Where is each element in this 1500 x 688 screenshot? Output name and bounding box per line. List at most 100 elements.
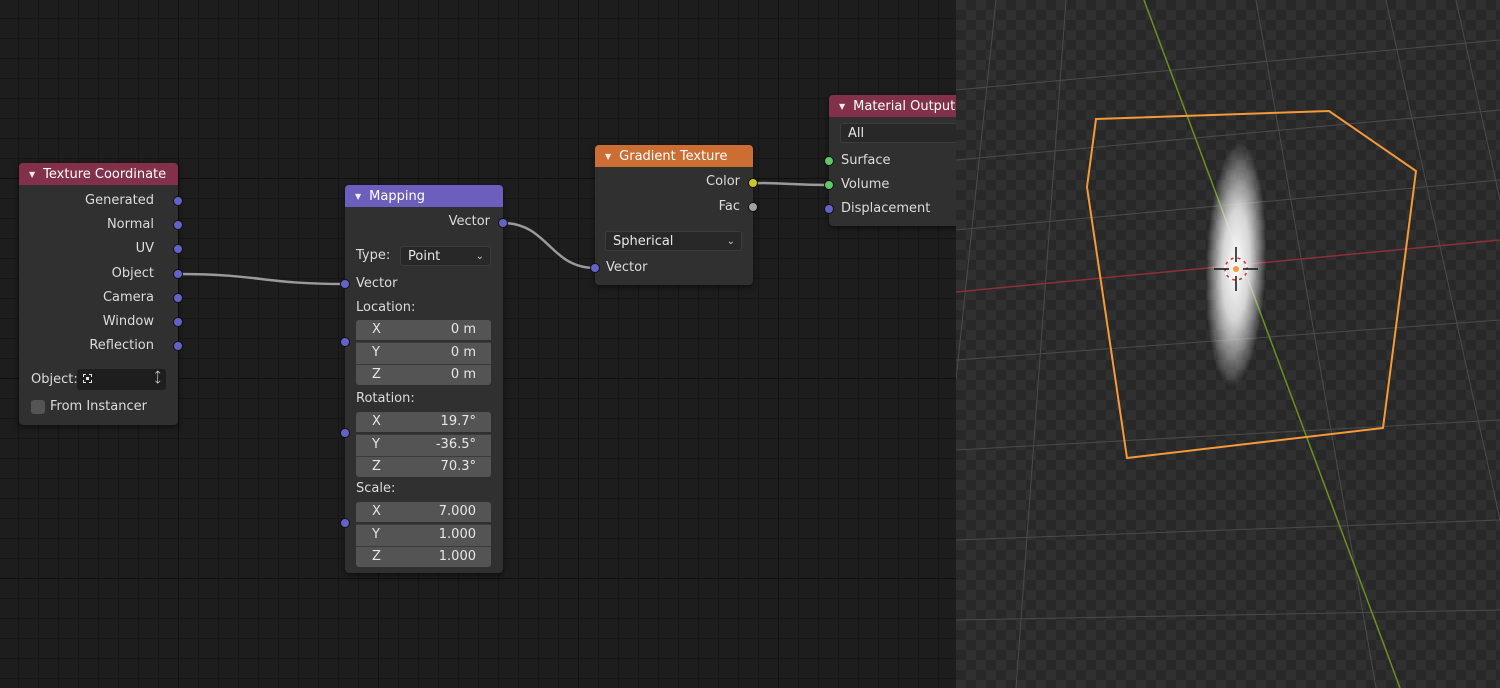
socket-gradient-in-vector[interactable] — [590, 263, 600, 273]
socket-scale[interactable] — [340, 518, 350, 528]
socket-mapping-out-vector[interactable] — [498, 218, 508, 228]
field-value: 0 m — [450, 345, 476, 360]
chevron-down-icon: ⌄ — [475, 251, 484, 262]
dropdown-value: All — [848, 126, 865, 141]
socket-rotation[interactable] — [340, 428, 350, 438]
socket-object[interactable] — [173, 269, 183, 279]
socket-fac[interactable] — [748, 202, 758, 212]
axis-label: X — [372, 322, 381, 337]
axis-label: Z — [372, 459, 381, 474]
output-uv: UV — [135, 241, 154, 256]
mapping-header[interactable]: ▼ Mapping — [345, 185, 503, 207]
socket-uv[interactable] — [173, 244, 183, 254]
gradient-input-vector: Vector — [606, 260, 648, 275]
socket-reflection[interactable] — [173, 341, 183, 351]
link-object-to-mapping-vector — [177, 272, 345, 286]
collapse-triangle-icon[interactable]: ▼ — [839, 102, 845, 111]
field-value: 0 m — [450, 367, 476, 382]
collapse-triangle-icon[interactable]: ▼ — [29, 170, 35, 179]
viewport-scene — [956, 0, 1500, 688]
link-color-to-volume — [752, 181, 830, 187]
field-value: 19.7° — [440, 414, 476, 429]
axis-label: X — [372, 504, 381, 519]
node-title: Gradient Texture — [619, 148, 728, 164]
output-normal: Normal — [106, 217, 154, 232]
scale-y-field[interactable]: Y 1.000 — [356, 524, 491, 546]
output-generated: Generated — [85, 193, 154, 208]
from-instancer-checkbox[interactable] — [31, 400, 45, 414]
gradient-texture-node[interactable]: ▼ Gradient Texture Color Fac Spherical ⌄… — [590, 145, 758, 285]
type-label: Type: — [356, 248, 391, 263]
socket-location[interactable] — [340, 337, 350, 347]
node-title: Material Output — [853, 98, 956, 114]
scale-label: Scale: — [356, 481, 396, 496]
rotation-label: Rotation: — [356, 391, 415, 406]
socket-volume[interactable] — [824, 180, 834, 190]
output-target-dropdown[interactable]: All — [840, 123, 956, 143]
material-output-node[interactable]: ▼ Material Output All Surface Volume Dis… — [824, 95, 956, 226]
rotation-y-field[interactable]: Y -36.5° — [356, 434, 491, 456]
axis-label: Z — [372, 367, 381, 382]
socket-normal[interactable] — [173, 220, 183, 230]
output-reflection: Reflection — [89, 338, 154, 353]
3d-viewport[interactable] — [956, 0, 1500, 688]
location-z-field[interactable]: Z 0 m — [356, 364, 491, 385]
socket-mapping-in-vector[interactable] — [340, 279, 350, 289]
node-title: Texture Coordinate — [43, 166, 167, 182]
scale-x-field[interactable]: X 7.000 — [356, 502, 491, 522]
scale-z-field[interactable]: Z 1.000 — [356, 546, 491, 567]
mapping-input-vector: Vector — [356, 276, 398, 291]
from-instancer-label: From Instancer — [50, 399, 147, 414]
texture-coordinate-node[interactable]: ▼ Texture Coordinate Generated Normal UV… — [19, 163, 183, 425]
dropdown-value: Spherical — [613, 234, 674, 249]
field-value: 1.000 — [438, 527, 476, 542]
gradient-texture-header[interactable]: ▼ Gradient Texture — [595, 145, 753, 167]
output-fac: Fac — [718, 199, 740, 214]
axis-label: Y — [372, 527, 380, 542]
volume-gradient-blob — [1205, 143, 1267, 387]
object-label: Object: — [31, 372, 78, 387]
location-y-field[interactable]: Y 0 m — [356, 342, 491, 364]
collapse-triangle-icon[interactable]: ▼ — [605, 152, 611, 161]
field-value: 0 m — [450, 322, 476, 337]
field-value: 7.000 — [438, 504, 476, 519]
link-mapping-to-gradient-vector — [502, 221, 596, 270]
node-title: Mapping — [369, 188, 425, 204]
y-axis-line — [1143, 0, 1401, 688]
field-value: 70.3° — [440, 459, 476, 474]
socket-generated[interactable] — [173, 196, 183, 206]
axis-label: Y — [372, 437, 380, 452]
chevron-down-icon: ⌄ — [726, 236, 735, 247]
socket-camera[interactable] — [173, 293, 183, 303]
material-output-header[interactable]: ▼ Material Output — [829, 95, 956, 117]
socket-displacement[interactable] — [824, 204, 834, 214]
object-picker-field[interactable]: ⤡ — [77, 369, 166, 390]
input-volume: Volume — [841, 177, 890, 192]
rotation-z-field[interactable]: Z 70.3° — [356, 456, 491, 477]
rotation-x-field[interactable]: X 19.7° — [356, 412, 491, 432]
socket-color[interactable] — [748, 178, 758, 188]
axis-label: X — [372, 414, 381, 429]
node-editor[interactable]: ▼ Texture Coordinate Generated Normal UV… — [0, 0, 956, 688]
input-surface: Surface — [841, 153, 891, 168]
output-window: Window — [102, 314, 154, 329]
location-x-field[interactable]: X 0 m — [356, 320, 491, 340]
object-cube-icon — [83, 374, 92, 383]
socket-window[interactable] — [173, 317, 183, 327]
output-camera: Camera — [102, 290, 154, 305]
axis-label: Y — [372, 345, 380, 360]
mapping-type-dropdown[interactable]: Point ⌄ — [400, 246, 491, 266]
texture-coordinate-header[interactable]: ▼ Texture Coordinate — [19, 163, 178, 185]
input-displacement: Displacement — [841, 201, 931, 216]
gradient-type-dropdown[interactable]: Spherical ⌄ — [605, 231, 742, 251]
eyedropper-icon[interactable]: ⤡ — [148, 369, 166, 387]
field-value: -36.5° — [435, 437, 476, 452]
dropdown-value: Point — [408, 249, 441, 264]
output-object: Object — [111, 266, 154, 281]
collapse-triangle-icon[interactable]: ▼ — [355, 192, 361, 201]
axis-label: Z — [372, 549, 381, 564]
field-value: 1.000 — [438, 549, 476, 564]
socket-surface[interactable] — [824, 156, 834, 166]
mapping-node[interactable]: ▼ Mapping Vector Type: Point ⌄ Vector Lo… — [340, 185, 508, 573]
mapping-output-vector: Vector — [448, 214, 490, 229]
